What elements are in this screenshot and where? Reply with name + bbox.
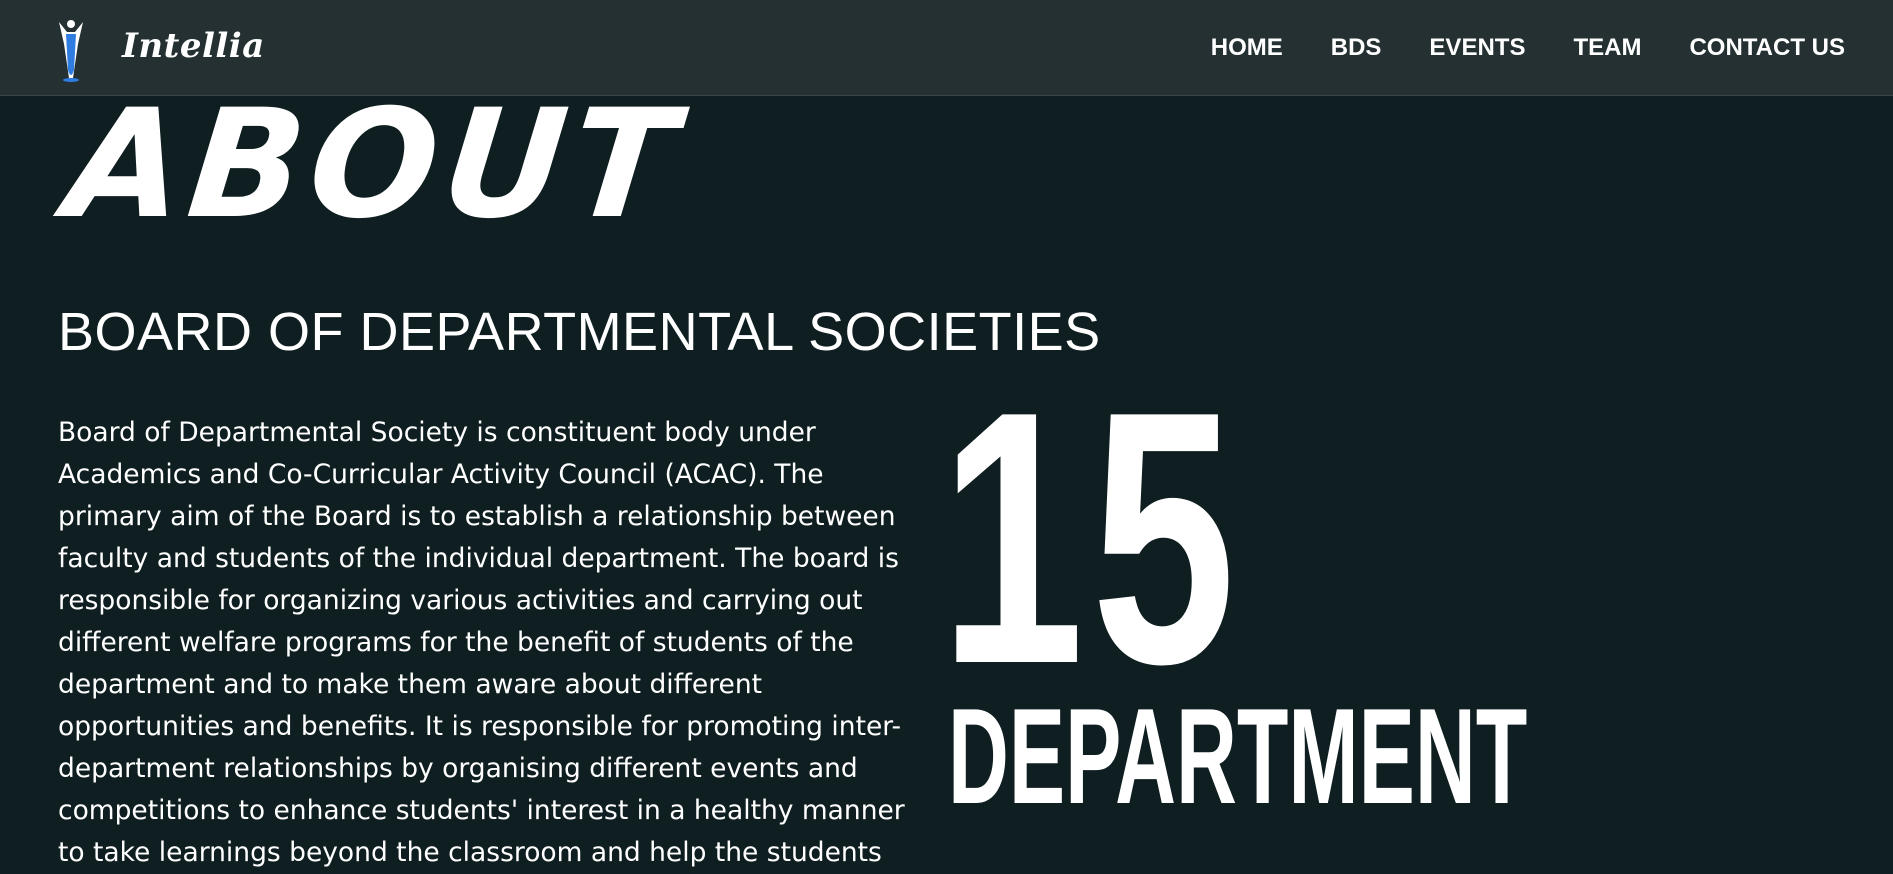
nav-contact-us[interactable]: CONTACT US xyxy=(1689,34,1845,62)
logo-icon[interactable] xyxy=(56,18,86,82)
nav-team[interactable]: TEAM xyxy=(1573,34,1641,62)
brand-name[interactable]: Intellia xyxy=(122,26,265,66)
department-count: 15 xyxy=(940,337,1243,739)
nav-bds[interactable]: BDS xyxy=(1331,34,1382,62)
about-description: Board of Departmental Society is constit… xyxy=(58,417,905,868)
department-count-label: DEPARTMENT xyxy=(948,680,1528,832)
main-nav: HOME BDS EVENTS TEAM CONTACT US xyxy=(1211,0,1845,96)
nav-home[interactable]: HOME xyxy=(1211,34,1283,62)
about-title: ABOUT xyxy=(58,78,690,252)
nav-events[interactable]: EVENTS xyxy=(1429,34,1525,62)
